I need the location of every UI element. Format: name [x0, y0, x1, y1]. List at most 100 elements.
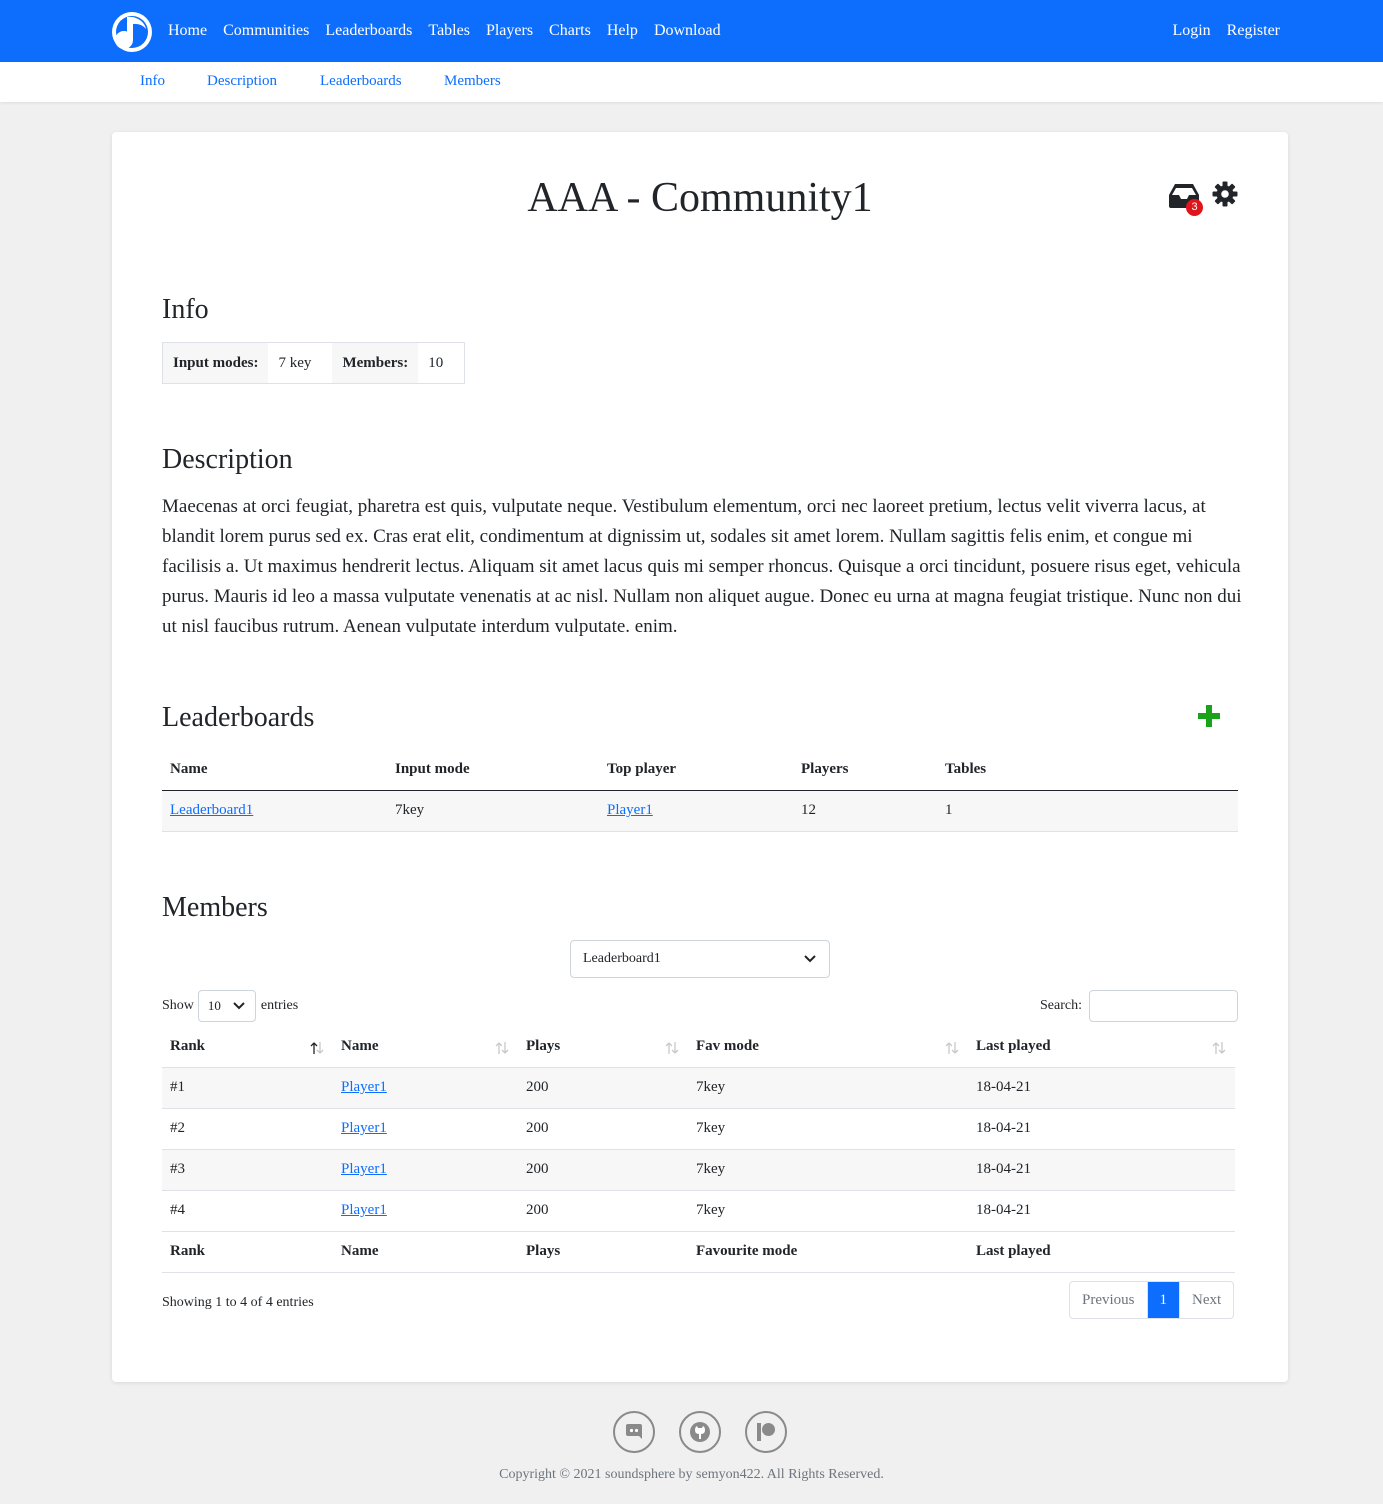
nav-charts[interactable]: Charts — [549, 22, 591, 40]
nav-help[interactable]: Help — [607, 22, 638, 40]
sort-icon — [1212, 1042, 1226, 1054]
leaderboard-select[interactable]: Leaderboard1 — [570, 940, 830, 978]
lb-col-name[interactable]: Name — [162, 750, 387, 791]
lb-col-tables[interactable]: Tables — [937, 750, 1238, 791]
col-plays-label: Plays — [526, 1038, 561, 1055]
nav-leaderboards[interactable]: Leaderboards — [325, 22, 412, 40]
next-page-button[interactable]: Next — [1179, 1282, 1233, 1318]
subnav-leaderboards[interactable]: Leaderboards — [320, 73, 402, 90]
member-plays: 200 — [518, 1190, 688, 1232]
leaderboards-heading: Leaderboards — [162, 702, 315, 733]
member-fav-mode: 7key — [688, 1067, 968, 1109]
col-name-label: Name — [341, 1038, 379, 1055]
input-modes-label: Input modes: — [163, 343, 269, 383]
info-heading: Info — [162, 294, 209, 325]
table-row: #3 Player1 200 7key 18-04-21 — [162, 1149, 1235, 1191]
lb-players: 12 — [793, 790, 937, 832]
members-table: Rank Name Plays Fav mode Last played #1 … — [162, 1027, 1235, 1273]
nav-communities[interactable]: Communities — [223, 22, 309, 40]
member-fav-mode: 7key — [688, 1149, 968, 1191]
chevron-down-icon — [804, 955, 816, 963]
sort-icon — [495, 1042, 509, 1054]
lb-tables: 1 — [937, 790, 1238, 832]
add-leaderboard-plus-icon[interactable] — [1197, 704, 1221, 728]
col-name[interactable]: Name — [333, 1027, 518, 1068]
member-player-link[interactable]: Player1 — [341, 1120, 387, 1136]
description-text: Maecenas at orci feugiat, pharetra est q… — [162, 496, 1242, 637]
table-row: Leaderboard1 7key Player1 12 1 — [162, 790, 1238, 832]
footer-col-rank: Rank — [162, 1231, 333, 1273]
community-card: AAA - Community1 3 Info Input modes: 7 k… — [112, 132, 1288, 1382]
chevron-down-icon — [233, 1002, 245, 1010]
copyright-text: Copyright © 2021 soundsphere by semyon42… — [499, 1467, 884, 1482]
register-link[interactable]: Register — [1227, 22, 1280, 40]
member-player-link[interactable]: Player1 — [341, 1161, 387, 1177]
table-row: #1 Player1 200 7key 18-04-21 — [162, 1067, 1235, 1109]
input-modes-value: 7 key — [278, 355, 312, 371]
nav-download[interactable]: Download — [654, 22, 721, 40]
subnav-info[interactable]: Info — [140, 73, 165, 90]
inbox-count-badge: 3 — [1186, 199, 1203, 216]
leaderboard-select-value: Leaderboard1 — [583, 951, 661, 966]
entries-label: entries — [260, 998, 299, 1013]
leaderboard-link[interactable]: Leaderboard1 — [170, 802, 253, 818]
footer-col-plays: Plays — [518, 1231, 688, 1273]
info-table: Input modes: 7 key Members: 10 — [162, 342, 466, 384]
member-rank: #4 — [162, 1190, 333, 1232]
github-icon — [690, 1422, 710, 1442]
table-row: #4 Player1 200 7key 18-04-21 — [162, 1190, 1235, 1232]
member-plays: 200 — [518, 1108, 688, 1150]
subnav-description[interactable]: Description — [207, 73, 277, 90]
lb-col-top-player[interactable]: Top player — [599, 750, 793, 791]
github-link[interactable] — [679, 1411, 721, 1453]
search-label: Search: — [1040, 998, 1082, 1013]
entries-per-page-value: 10 — [207, 998, 221, 1013]
col-plays[interactable]: Plays — [518, 1027, 688, 1068]
member-player-link[interactable]: Player1 — [341, 1079, 387, 1095]
search-input[interactable] — [1089, 990, 1238, 1022]
nav-tables[interactable]: Tables — [428, 22, 470, 40]
search-control: Search: — [1040, 990, 1238, 1022]
member-rank: #2 — [162, 1108, 333, 1150]
login-link[interactable]: Login — [1172, 22, 1210, 40]
member-last-played: 18-04-21 — [968, 1067, 1235, 1109]
member-rank: #3 — [162, 1149, 333, 1191]
discord-link[interactable] — [613, 1411, 655, 1453]
member-fav-mode: 7key — [688, 1108, 968, 1150]
member-plays: 200 — [518, 1149, 688, 1191]
member-last-played: 18-04-21 — [968, 1149, 1235, 1191]
patreon-icon — [757, 1423, 775, 1441]
gear-icon[interactable] — [1212, 181, 1238, 207]
col-fav-mode[interactable]: Fav mode — [688, 1027, 968, 1068]
table-row: #2 Player1 200 7key 18-04-21 — [162, 1108, 1235, 1150]
soundsphere-logo-icon[interactable] — [110, 11, 154, 53]
col-rank[interactable]: Rank — [162, 1027, 333, 1068]
col-last-played[interactable]: Last played — [968, 1027, 1235, 1068]
nav-home[interactable]: Home — [168, 22, 207, 40]
previous-page-button[interactable]: Previous — [1070, 1282, 1148, 1318]
col-last-played-label: Last played — [976, 1038, 1051, 1055]
sort-icon — [665, 1042, 679, 1054]
show-entries-control: Show 10 entries — [162, 990, 298, 1022]
member-fav-mode: 7key — [688, 1190, 968, 1232]
description-heading: Description — [162, 444, 293, 475]
col-fav-mode-label: Fav mode — [696, 1038, 759, 1055]
col-rank-label: Rank — [170, 1038, 206, 1055]
leaderboards-table: Name Input mode Top player Players Table… — [162, 750, 1238, 832]
lb-col-players[interactable]: Players — [793, 750, 937, 791]
top-navbar: Home Communities Leaderboards Tables Pla… — [0, 0, 1383, 62]
patreon-link[interactable] — [745, 1411, 787, 1453]
entries-per-page-select[interactable]: 10 — [197, 990, 256, 1022]
member-player-link[interactable]: Player1 — [341, 1202, 387, 1218]
subnav-members[interactable]: Members — [444, 73, 501, 90]
page-1-button[interactable]: 1 — [1147, 1282, 1179, 1318]
nav-players[interactable]: Players — [486, 22, 533, 40]
lb-col-input-mode[interactable]: Input mode — [387, 750, 599, 791]
entries-info: Showing 1 to 4 of 4 entries — [162, 1295, 314, 1310]
member-plays: 200 — [518, 1067, 688, 1109]
sort-asc-icon — [310, 1042, 324, 1054]
footer-col-name: Name — [333, 1231, 518, 1273]
footer-col-last-played: Last played — [968, 1231, 1235, 1273]
section-subnav: Info Description Leaderboards Members — [0, 62, 1383, 102]
top-player-link[interactable]: Player1 — [607, 802, 653, 818]
